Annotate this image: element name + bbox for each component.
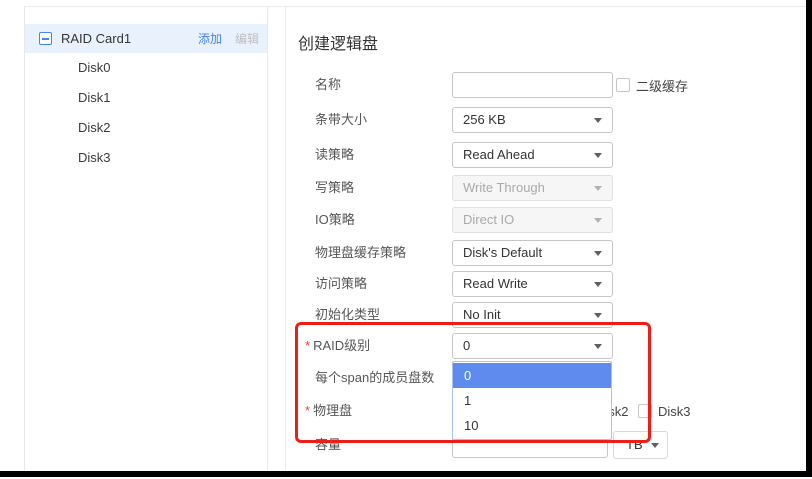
secondary-cache-checkbox[interactable]: 二级缓存	[616, 72, 688, 98]
raid-level-option-1[interactable]: 1	[453, 388, 611, 413]
stripe-size-label: 条带大小	[315, 107, 367, 133]
chevron-down-icon	[594, 118, 602, 123]
screenshot-bottom-edge	[0, 471, 812, 477]
disk-cache-policy-value: Disk's Default	[463, 245, 542, 260]
checkbox-icon[interactable]	[616, 78, 630, 92]
edit-link[interactable]: 编辑	[235, 30, 259, 47]
chevron-down-icon	[594, 153, 602, 158]
disk-cache-policy-label: 物理盘缓存策略	[315, 240, 406, 266]
disk-cache-policy-select[interactable]: Disk's Default	[452, 240, 613, 266]
row-name: 名称 二级缓存	[0, 72, 806, 98]
row-span-members: 每个span的成员盘数	[0, 365, 806, 391]
raid-level-option-10[interactable]: 10	[453, 413, 611, 438]
row-capacity: 容量 TB	[0, 431, 806, 459]
init-type-label: 初始化类型	[315, 302, 380, 328]
add-link[interactable]: 添加	[198, 30, 222, 47]
secondary-cache-label: 二级缓存	[636, 76, 688, 95]
access-policy-label: 访问策略	[315, 271, 367, 297]
physical-disks-label: *物理盘	[305, 398, 352, 424]
tree-item-raid-card[interactable]: RAID Card1 添加 编辑	[25, 24, 267, 53]
row-stripe-size: 条带大小 256 KB	[0, 107, 806, 133]
row-init-type: 初始化类型 No Init	[0, 302, 806, 328]
chevron-down-icon	[594, 251, 602, 256]
raid-card-label: RAID Card1	[61, 31, 131, 46]
required-marker: *	[305, 338, 310, 353]
disk3-checkbox-label: Disk3	[658, 404, 691, 419]
chevron-down-icon	[594, 313, 602, 318]
access-policy-value: Read Write	[463, 276, 528, 291]
write-policy-select-disabled: Write Through	[452, 175, 613, 201]
row-raid-level: *RAID级别 0	[0, 333, 806, 359]
write-policy-label: 写策略	[315, 175, 354, 201]
row-read-policy: 读策略 Read Ahead	[0, 142, 806, 168]
chevron-down-icon	[594, 344, 602, 349]
page-title: 创建逻辑盘	[298, 30, 378, 54]
name-label: 名称	[315, 72, 341, 98]
capacity-unit-value: TB	[626, 437, 643, 452]
row-disk-cache-policy: 物理盘缓存策略 Disk's Default	[0, 240, 806, 266]
row-physical-disks: *物理盘 Disk0 Disk1 Disk2 Disk3	[0, 398, 806, 424]
read-policy-value: Read Ahead	[463, 147, 535, 162]
top-divider	[24, 6, 807, 7]
write-policy-value: Write Through	[463, 180, 545, 195]
read-policy-select[interactable]: Read Ahead	[452, 142, 613, 168]
stripe-size-select[interactable]: 256 KB	[452, 107, 613, 133]
read-policy-label: 读策略	[315, 142, 354, 168]
init-type-value: No Init	[463, 307, 501, 322]
chevron-down-icon	[594, 282, 602, 287]
io-policy-value: Direct IO	[463, 212, 514, 227]
raid-level-value: 0	[463, 338, 470, 353]
chevron-down-icon	[594, 186, 602, 191]
raid-level-dropdown-list: 0 1 10	[452, 361, 612, 440]
name-input[interactable]	[452, 72, 613, 98]
screenshot-right-edge	[806, 0, 812, 477]
capacity-label: 容量	[315, 431, 341, 459]
raid-level-select[interactable]: 0	[452, 333, 613, 359]
checkbox-icon[interactable]	[638, 404, 652, 418]
stripe-size-value: 256 KB	[463, 112, 506, 127]
screen: RAID Card1 添加 编辑 Disk0 Disk1 Disk2 Disk3…	[0, 0, 812, 479]
capacity-unit-select[interactable]: TB	[613, 431, 668, 459]
chevron-down-icon	[594, 218, 602, 223]
row-access-policy: 访问策略 Read Write	[0, 271, 806, 297]
access-policy-select[interactable]: Read Write	[452, 271, 613, 297]
raid-level-option-0[interactable]: 0	[453, 363, 611, 388]
raid-level-label: *RAID级别	[305, 333, 370, 359]
chevron-down-icon	[651, 443, 659, 448]
collapse-minus-icon[interactable]	[39, 32, 52, 45]
row-write-policy: 写策略 Write Through	[0, 175, 806, 201]
io-policy-label: IO策略	[315, 207, 355, 233]
row-io-policy: IO策略 Direct IO	[0, 207, 806, 233]
init-type-select[interactable]: No Init	[452, 302, 613, 328]
required-marker: *	[305, 403, 310, 418]
span-members-label: 每个span的成员盘数	[315, 365, 434, 391]
raid-card-actions: 添加 编辑	[198, 30, 259, 47]
io-policy-select-disabled: Direct IO	[452, 207, 613, 233]
physical-disk-checkbox-disk3[interactable]: Disk3	[638, 398, 691, 424]
